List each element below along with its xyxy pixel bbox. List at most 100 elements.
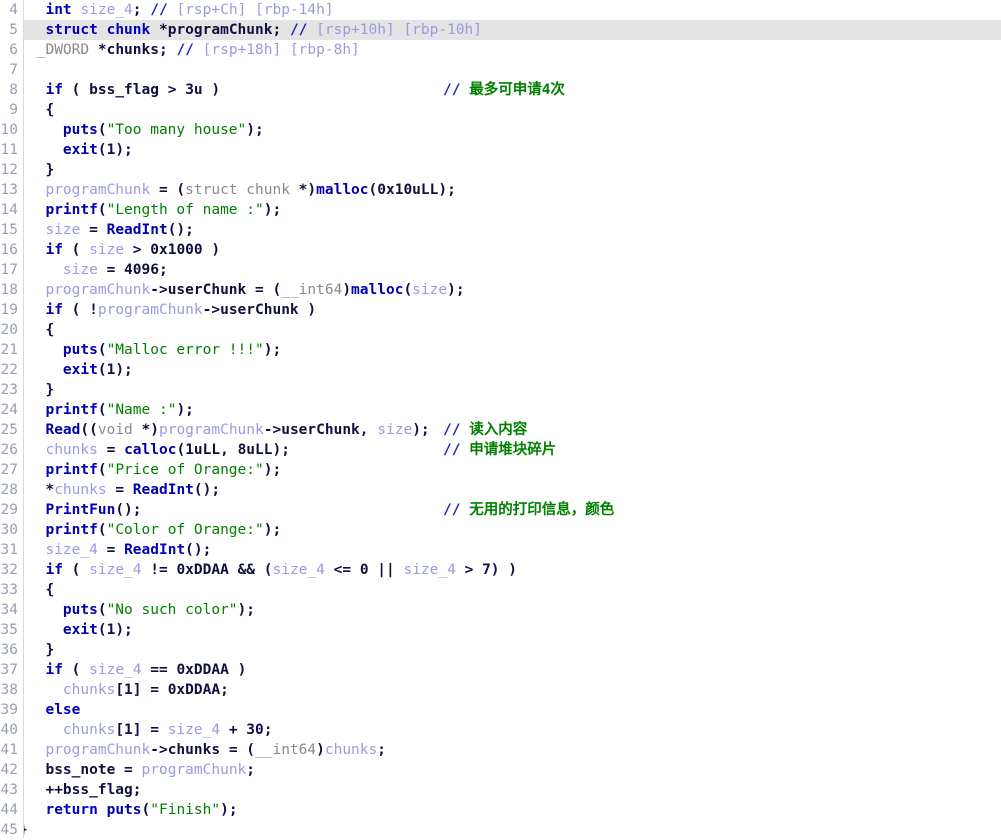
token-num: 0xDDAA — [176, 662, 229, 678]
code-line[interactable]: programChunk->chunks = (__int64)chunks; — [0, 740, 1001, 760]
code-line[interactable]: bss_note = programChunk; — [0, 760, 1001, 780]
code-line-text: puts("No such color"); — [28, 602, 255, 618]
code-line[interactable]: puts("Malloc error !!!"); — [0, 340, 1001, 360]
code-line-text: chunks[1] = 0xDDAA; — [28, 682, 229, 698]
code-line[interactable]: size = 4096; — [0, 260, 1001, 280]
token-plain: (); — [115, 502, 142, 518]
code-line[interactable]: } — [0, 640, 1001, 660]
code-line[interactable]: size = ReadInt(); — [0, 220, 1001, 240]
code-line[interactable]: } — [0, 160, 1001, 180]
token-str: "Finish" — [150, 802, 221, 818]
code-line[interactable]: } — [0, 820, 1001, 840]
token-plain: == — [141, 662, 177, 678]
code-line[interactable]: puts("No such color"); — [0, 600, 1001, 620]
token-gvar: programChunk — [167, 22, 273, 38]
token-plain: ) — [202, 242, 221, 258]
token-plain: ); — [412, 422, 430, 438]
code-line-text: chunks[1] = size_4 + 30; — [28, 722, 273, 738]
token-cmt: [rsp+18h] [rbp-8h] — [193, 42, 360, 58]
token-fn: exit — [62, 622, 98, 638]
code-line[interactable]: puts("Too many house"); — [0, 120, 1001, 140]
token-plain: || — [368, 562, 404, 578]
token-plain: + — [220, 722, 247, 738]
token-var: programChunk — [158, 422, 264, 438]
token-kw: if — [45, 662, 63, 678]
code-line-text: _DWORD *chunks; // [rsp+18h] [rbp-8h] — [28, 42, 360, 58]
token-num: 4096 — [124, 262, 159, 278]
line-number-gutter: 4 5 6 7 8 9 10 11 12 13 14 15 16 17 18 19 20 21 22 23 24 25 26… — [0, 0, 24, 838]
code-line[interactable]: exit(1); — [0, 140, 1001, 160]
user-comment[interactable]: // 无用的打印信息，颜色 — [443, 500, 614, 520]
comment-text: 申请堆块碎片 — [460, 442, 557, 458]
code-line[interactable]: int size_4; // [rsp+Ch] [rbp-14h] — [0, 0, 1001, 20]
code-line[interactable]: struct chunk *programChunk; // [rsp+10h]… — [0, 20, 1001, 40]
code-line[interactable]: _DWORD *chunks; // [rsp+18h] [rbp-8h] — [0, 40, 1001, 60]
token-plain: ( — [97, 342, 107, 358]
code-line[interactable]: if ( size_4 == 0xDDAA ) — [0, 660, 1001, 680]
token-type: _DWORD — [36, 42, 90, 58]
code-line[interactable]: programChunk->userChunk = (__int64)mallo… — [0, 280, 1001, 300]
code-line-text: puts("Malloc error !!!"); — [28, 342, 281, 358]
code-line-text: printf("Name :"); — [28, 402, 193, 418]
code-line[interactable]: printf("Color of Orange:"); — [0, 520, 1001, 540]
code-line-text: } — [28, 382, 54, 398]
code-line[interactable]: if ( size_4 != 0xDDAA && (size_4 <= 0 ||… — [0, 560, 1001, 580]
code-line[interactable]: { — [0, 580, 1001, 600]
token-type: __int64 — [255, 742, 317, 758]
code-line[interactable]: Read((void *)programChunk->userChunk, si… — [0, 420, 1001, 440]
code-line[interactable]: printf("Name :"); — [0, 400, 1001, 420]
line-number: 39 — [0, 702, 18, 718]
token-gvar: chunks — [106, 42, 159, 58]
code-line-text: bss_note = programChunk; — [28, 762, 255, 778]
token-plain: { — [28, 582, 55, 598]
user-comment[interactable]: // 读入内容 — [443, 420, 527, 440]
code-line[interactable]: { — [0, 100, 1001, 120]
code-line-text: PrintFun(); — [28, 502, 142, 518]
code-line[interactable]: size_4 = ReadInt(); — [0, 540, 1001, 560]
code-line[interactable]: printf("Length of name :"); — [0, 200, 1001, 220]
code-line[interactable]: return puts("Finish"); — [0, 800, 1001, 820]
code-line[interactable]: { — [0, 320, 1001, 340]
code-line[interactable]: else — [0, 700, 1001, 720]
token-num: 1 — [106, 622, 116, 638]
code-area[interactable]: int size_4; // [rsp+Ch] [rbp-14h] struct… — [0, 0, 1001, 838]
code-line-text: int size_4; // [rsp+Ch] [rbp-14h] — [28, 2, 333, 18]
code-line[interactable]: } — [0, 380, 1001, 400]
code-line[interactable]: PrintFun(); // 无用的打印信息，颜色 — [0, 500, 1001, 520]
code-line[interactable]: programChunk = (struct chunk *)malloc(0x… — [0, 180, 1001, 200]
token-var: chunks — [62, 682, 116, 698]
code-line[interactable]: chunks = calloc(1uLL, 8uLL); // 申请堆块碎片 — [0, 440, 1001, 460]
code-line[interactable]: if ( bss_flag > 3u ) // 最多可申请4次 — [0, 80, 1001, 100]
token-var: size_4 — [45, 542, 98, 558]
token-fn: ReadInt — [132, 482, 194, 498]
token-plain: -> — [202, 302, 221, 318]
code-line[interactable]: if ( !programChunk->userChunk ) — [0, 300, 1001, 320]
user-comment[interactable]: // 申请堆块碎片 — [443, 440, 556, 460]
token-plain: ( — [97, 522, 107, 538]
code-line[interactable]: if ( size > 0x1000 ) — [0, 240, 1001, 260]
code-line[interactable]: ++bss_flag; — [0, 780, 1001, 800]
code-line-text: if ( !programChunk->userChunk ) — [28, 302, 316, 318]
token-plain: } — [28, 382, 55, 398]
token-plain: } — [28, 642, 55, 658]
line-number: 34 — [0, 602, 18, 618]
token-fn: ReadInt — [106, 222, 168, 238]
code-line[interactable] — [0, 60, 1001, 80]
code-line[interactable]: chunks[1] = size_4 + 30; — [0, 720, 1001, 740]
code-line[interactable]: exit(1); — [0, 360, 1001, 380]
line-number: 24 — [0, 402, 18, 418]
pseudocode-view[interactable]: int size_4; // [rsp+Ch] [rbp-14h] struct… — [0, 0, 1001, 838]
token-var: size — [377, 422, 413, 438]
code-line[interactable]: printf("Price of Orange:"); — [0, 460, 1001, 480]
code-line[interactable]: chunks[1] = 0xDDAA; — [0, 680, 1001, 700]
token-kw: return — [45, 802, 98, 818]
user-comment[interactable]: // 最多可申请4次 — [443, 80, 565, 100]
code-line[interactable]: *chunks = ReadInt(); — [0, 480, 1001, 500]
token-cmtsl: // — [289, 22, 308, 38]
code-line[interactable]: exit(1); — [0, 620, 1001, 640]
line-number: 36 — [0, 642, 18, 658]
